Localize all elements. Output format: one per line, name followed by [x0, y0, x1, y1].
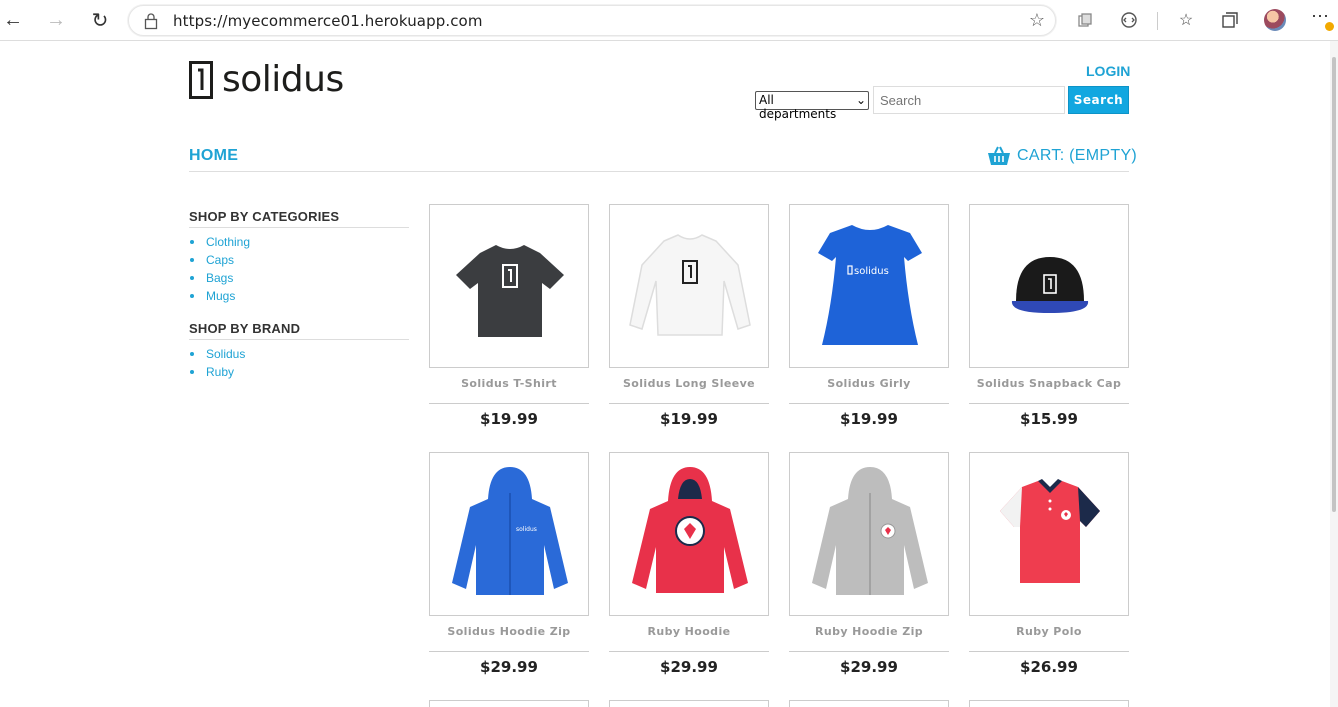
- longsleeve-white-icon: [629, 234, 751, 336]
- category-link-bags[interactable]: Bags: [189, 269, 250, 287]
- product-image[interactable]: solidus: [789, 204, 949, 368]
- refresh-icon[interactable]: ↻: [88, 8, 112, 32]
- scrollbar-thumb[interactable]: [1332, 57, 1336, 512]
- header-divider: [189, 171, 1129, 172]
- browser-toolbar: ← → ↻ https://myecommerce01.herokuapp.co…: [0, 0, 1338, 41]
- favorites-icon[interactable]: ☆: [1176, 10, 1196, 30]
- brand-heading: SHOP BY BRAND: [189, 321, 409, 340]
- tshirt-dark-icon: [456, 245, 564, 337]
- hoodie-print: solidus: [516, 526, 537, 533]
- toolbar-separator: [1157, 12, 1158, 30]
- logo-text: solidus: [222, 59, 344, 100]
- product-name[interactable]: Solidus Long Sleeve: [609, 377, 769, 404]
- basket-icon: [988, 146, 1010, 165]
- address-bar[interactable]: https://myecommerce01.herokuapp.com ☆: [128, 5, 1056, 36]
- product-name[interactable]: Ruby Hoodie: [609, 625, 769, 652]
- collections-icon[interactable]: [1075, 10, 1095, 30]
- solidus-logo-icon: [189, 61, 213, 99]
- nav-home-link[interactable]: HOME: [189, 147, 238, 165]
- category-link-clothing[interactable]: Clothing: [189, 233, 250, 251]
- product-name[interactable]: Solidus Hoodie Zip: [429, 625, 589, 652]
- categories-heading: SHOP BY CATEGORIES: [189, 209, 409, 228]
- login-link[interactable]: LOGIN: [1086, 63, 1130, 79]
- product-name[interactable]: Solidus Snapback Cap: [969, 377, 1129, 404]
- product-price: $26.99: [1020, 658, 1078, 676]
- update-badge: [1325, 22, 1334, 31]
- page-scrollbar[interactable]: [1330, 41, 1338, 707]
- product-card[interactable]: Ruby Hoodie Zip $29.99: [789, 452, 949, 676]
- profile-avatar[interactable]: [1264, 9, 1286, 31]
- tshirt-print: solidus: [854, 266, 889, 277]
- product-price: $19.99: [480, 410, 538, 428]
- category-link-caps[interactable]: Caps: [189, 251, 250, 269]
- product-name[interactable]: Solidus Girly: [789, 377, 949, 404]
- store-logo[interactable]: solidus: [189, 61, 344, 99]
- product-image[interactable]: [969, 452, 1129, 616]
- search-input[interactable]: [873, 86, 1065, 114]
- product-card[interactable]: solidus Solidus Girly $19.99: [789, 204, 949, 428]
- extension-icon[interactable]: [1119, 10, 1139, 30]
- product-card[interactable]: Solidus T-Shirt $19.99: [429, 204, 589, 428]
- brand-list: Solidus Ruby: [189, 345, 245, 381]
- department-select[interactable]: All departments ⌄: [755, 91, 869, 121]
- product-image[interactable]: solidus: [429, 452, 589, 616]
- favorite-star-icon[interactable]: ☆: [1029, 10, 1045, 31]
- product-name[interactable]: Ruby Hoodie Zip: [789, 625, 949, 652]
- product-price: $19.99: [840, 410, 898, 428]
- product-card[interactable]: Ruby Hoodie $29.99: [609, 452, 769, 676]
- ruby-hoodie-zip-grey-icon: [812, 467, 928, 595]
- snapback-cap-icon: [1011, 257, 1089, 313]
- search-button[interactable]: Search: [1068, 86, 1129, 114]
- category-link-mugs[interactable]: Mugs: [189, 287, 250, 305]
- product-image[interactable]: [609, 452, 769, 616]
- cart-link[interactable]: CART: (EMPTY): [987, 146, 1137, 166]
- more-options-icon[interactable]: ⋯: [1311, 6, 1334, 31]
- back-icon[interactable]: ←: [1, 8, 25, 32]
- product-card[interactable]: Solidus Long Sleeve $19.99: [609, 204, 769, 428]
- product-card-partial[interactable]: [609, 700, 769, 707]
- product-name[interactable]: Solidus T-Shirt: [429, 377, 589, 404]
- product-card[interactable]: solidus Solidus Hoodie Zip $29.99: [429, 452, 589, 676]
- cart-label: CART: (EMPTY): [1017, 147, 1138, 164]
- product-card-partial[interactable]: [429, 700, 589, 707]
- product-image[interactable]: [609, 204, 769, 368]
- product-card-partial[interactable]: [969, 700, 1129, 707]
- product-image[interactable]: [969, 204, 1129, 368]
- ruby-hoodie-red-icon: [632, 467, 748, 593]
- product-price: $29.99: [660, 658, 718, 676]
- tshirt-blue-girly-icon: solidus: [818, 225, 922, 345]
- product-image[interactable]: [429, 204, 589, 368]
- lock-icon: [144, 13, 158, 30]
- url-text: https://myecommerce01.herokuapp.com: [173, 12, 483, 30]
- product-price: $29.99: [840, 658, 898, 676]
- brand-link-ruby[interactable]: Ruby: [189, 363, 245, 381]
- product-price: $15.99: [1020, 410, 1078, 428]
- product-card-partial[interactable]: [789, 700, 949, 707]
- product-image[interactable]: [789, 452, 949, 616]
- product-card[interactable]: Ruby Polo $26.99: [969, 452, 1129, 676]
- ruby-polo-icon: [1000, 479, 1100, 583]
- department-select-value: All departments: [759, 93, 837, 121]
- categories-list: Clothing Caps Bags Mugs: [189, 233, 250, 305]
- forward-icon[interactable]: →: [44, 8, 68, 32]
- chevron-down-icon: ⌄: [855, 93, 866, 107]
- product-price: $19.99: [660, 410, 718, 428]
- collections-add-icon[interactable]: [1220, 10, 1240, 30]
- brand-link-solidus[interactable]: Solidus: [189, 345, 245, 363]
- product-card[interactable]: Solidus Snapback Cap $15.99: [969, 204, 1129, 428]
- hoodie-zip-blue-icon: solidus: [452, 467, 568, 595]
- product-name[interactable]: Ruby Polo: [969, 625, 1129, 652]
- product-price: $29.99: [480, 658, 538, 676]
